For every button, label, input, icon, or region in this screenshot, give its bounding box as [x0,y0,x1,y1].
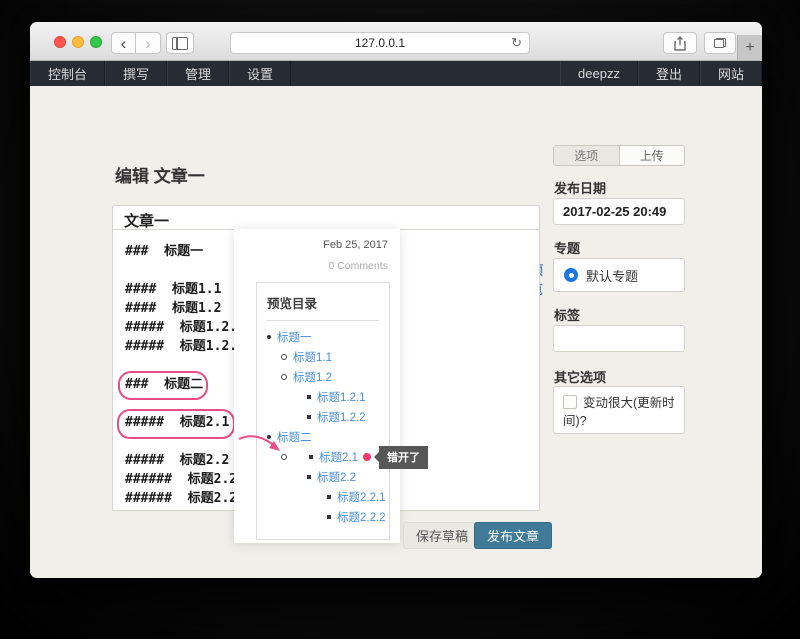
tags-input[interactable] [553,325,685,352]
sidebar-tabs: 选项 上传 [553,145,685,166]
other-options-box: 变动很大(更新时间)? [553,386,685,434]
major-change-checkbox[interactable] [563,395,577,409]
zoom-window-button[interactable] [90,36,102,48]
toc-item: 标题1.1 [267,347,389,367]
address-bar-url: 127.0.0.1 [355,36,405,50]
topic-radio-selected[interactable] [564,268,578,282]
circle-bullet-icon [281,374,287,380]
toc-link[interactable]: 标题1.2.2 [317,409,366,425]
back-button[interactable]: ‹ [111,32,136,54]
forward-button[interactable]: › [136,32,161,54]
nav-item-left-0[interactable]: 控制台 [30,61,105,86]
toc-item: 标题1.2.1 [267,387,389,407]
nav-item-left-1[interactable]: 撰写 [105,61,167,86]
major-change-label: 变动很大(更新时间)? [563,396,675,428]
sidebar-icon [172,37,188,50]
window-controls [54,36,102,48]
toc-link[interactable]: 标题2.2 [317,469,356,485]
annotation-arrow [236,432,286,458]
toc-title: 预览目录 [267,293,389,312]
toc-item: 标题1.2 [267,367,389,387]
preview-date: Feb 25, 2017 [246,239,388,251]
toc-item: 标题1.2.2 [267,407,389,427]
square-bullet-icon [307,475,311,479]
navbar-right-group: deepzz登出网站 [560,61,762,86]
site-navbar: 控制台撰写管理设置 deepzz登出网站 [30,61,762,86]
toc-item: 标题2.2.2 [267,507,389,527]
disc-bullet-icon [267,335,271,339]
square-bullet-icon [307,395,311,399]
toc-link[interactable]: 标题1.2.1 [317,389,366,405]
navbar-left-group: 控制台撰写管理设置 [30,61,291,86]
save-draft-button[interactable]: 保存草稿 [403,522,481,549]
history-nav-group: ‹ › [111,32,161,54]
sidebar-toggle-button[interactable] [166,32,194,54]
error-dot [363,453,371,461]
annotation-tooltip: 错开了 [379,446,428,469]
toc-link[interactable]: 标题一 [277,329,312,345]
toc-link[interactable]: 标题2.1 [319,449,358,465]
plus-icon: + [745,39,754,57]
circle-bullet-icon [281,354,287,360]
close-window-button[interactable] [54,36,66,48]
browser-window: ‹ › 127.0.0.1 ↻ + 控制台撰写管理设置 deepzz登出网站 编… [30,22,762,578]
preview-toc-box: 预览目录 标题一标题1.1标题1.2标题1.2.1标题1.2.2标题二标题2.1… [256,282,390,540]
annotation-circle-heading2 [118,371,208,400]
tab-options[interactable]: 选项 [554,146,620,165]
nav-item-right-1[interactable]: 登出 [638,61,700,86]
toc-link[interactable]: 标题2.2.2 [337,509,386,525]
publish-date-label: 发布日期 [554,178,606,197]
tags-label: 标签 [554,305,580,324]
toc-item: 标题一 [267,327,389,347]
preview-comments-count: 0 Comments [246,260,388,272]
topic-option-label: 默认专题 [586,266,638,285]
admin-page: 编辑 文章一 https://deepzz.com/post/article1.… [30,86,762,578]
topic-option-box: 默认专题 [553,258,685,292]
share-button[interactable] [663,32,697,54]
toc-link[interactable]: 标题2.2.1 [337,489,386,505]
tab-upload[interactable]: 上传 [620,146,685,165]
nav-item-left-2[interactable]: 管理 [167,61,229,86]
address-bar[interactable]: 127.0.0.1 ↻ [230,32,530,54]
new-tab-button[interactable]: + [737,35,762,60]
square-bullet-icon [327,515,331,519]
tabs-overview-icon [714,38,726,48]
nav-item-right-0[interactable]: deepzz [560,61,638,86]
refresh-icon[interactable]: ↻ [511,35,522,51]
toc-item: 标题2.2.1 [267,487,389,507]
other-options-label: 其它选项 [554,367,606,386]
topic-label: 专题 [554,238,580,257]
share-icon [674,36,686,51]
toc-link[interactable]: 标题1.2 [293,369,332,385]
toc-divider [267,320,379,321]
toc-item: 标题2.2 [267,467,389,487]
square-bullet-icon [307,415,311,419]
publish-button[interactable]: 发布文章 [474,522,552,549]
nav-item-left-3[interactable]: 设置 [229,61,291,86]
browser-titlebar: ‹ › 127.0.0.1 ↻ + [30,22,762,61]
preview-popup: Feb 25, 2017 0 Comments 预览目录 标题一标题1.1 标题1… [234,229,400,543]
minimize-window-button[interactable] [72,36,84,48]
square-bullet-icon [327,495,331,499]
nav-item-right-2[interactable]: 网站 [700,61,762,86]
square-bullet-icon [309,455,313,459]
annotation-circle-heading2-1 [117,409,235,439]
publish-date-input[interactable] [553,198,685,225]
toc-list: 标题一标题1.1标题1.2标题1.2.1标题1.2.2标题二标题2.1错开了标题… [267,327,389,527]
page-title: 编辑 文章一 [115,162,205,187]
show-tabs-button[interactable] [704,32,736,54]
toc-link[interactable]: 标题1.1 [293,349,332,365]
